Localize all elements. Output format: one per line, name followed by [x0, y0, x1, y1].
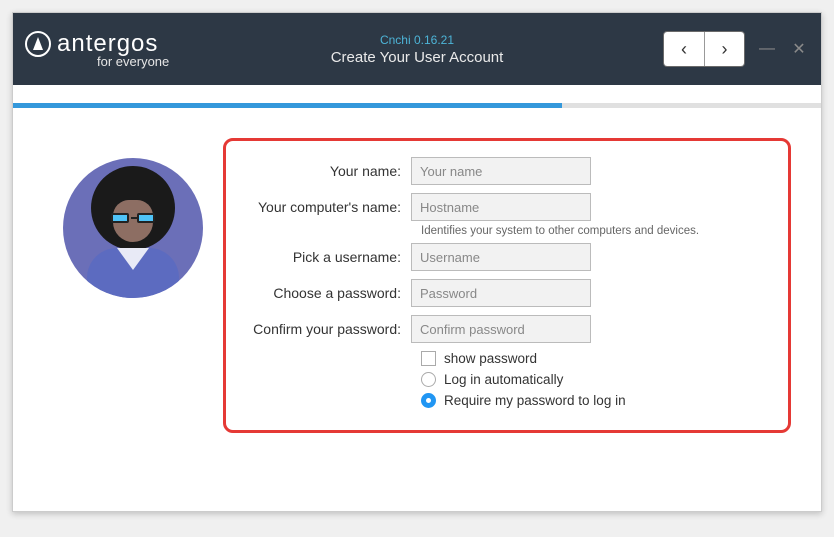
show-password-label: show password: [444, 351, 537, 366]
chevron-left-icon: ‹: [681, 39, 687, 60]
username-input[interactable]: [411, 243, 591, 271]
brand-icon: [25, 31, 51, 57]
require-password-label: Require my password to log in: [444, 393, 626, 408]
name-label: Your name:: [236, 163, 411, 179]
step-title: Create Your User Account: [331, 49, 504, 66]
close-icon: ✕: [792, 39, 805, 59]
header-center: Cnchi 0.16.21 Create Your User Account: [331, 33, 504, 66]
forward-button[interactable]: ›: [704, 32, 744, 66]
require-password-radio[interactable]: [421, 393, 436, 408]
show-password-checkbox[interactable]: [421, 351, 436, 366]
installer-version: Cnchi 0.16.21: [331, 33, 504, 47]
nav-buttons: ‹ ›: [663, 31, 745, 67]
user-avatar: [63, 158, 203, 298]
minimize-icon: —: [759, 40, 775, 58]
progress-bar: [13, 103, 821, 108]
username-label: Pick a username:: [236, 249, 411, 265]
hostname-label: Your computer's name:: [236, 199, 411, 215]
content-area: Your name: Your computer's name: Identif…: [13, 108, 821, 433]
user-form: Your name: Your computer's name: Identif…: [223, 138, 791, 433]
close-button[interactable]: ✕: [789, 39, 809, 59]
autologin-label: Log in automatically: [444, 372, 563, 387]
brand-logo: antergos for everyone: [25, 30, 169, 69]
titlebar: antergos for everyone Cnchi 0.16.21 Crea…: [13, 13, 821, 85]
minimize-button[interactable]: —: [757, 39, 777, 59]
autologin-radio[interactable]: [421, 372, 436, 387]
brand-tagline: for everyone: [97, 54, 169, 69]
confirm-password-label: Confirm your password:: [236, 321, 411, 337]
installer-window: antergos for everyone Cnchi 0.16.21 Crea…: [12, 12, 822, 512]
back-button[interactable]: ‹: [664, 32, 704, 66]
form-options: show password Log in automatically Requi…: [421, 351, 768, 408]
name-input[interactable]: [411, 157, 591, 185]
hostname-input[interactable]: [411, 193, 591, 221]
confirm-password-input[interactable]: [411, 315, 591, 343]
password-input[interactable]: [411, 279, 591, 307]
password-label: Choose a password:: [236, 285, 411, 301]
chevron-right-icon: ›: [722, 39, 728, 60]
hostname-help: Identifies your system to other computer…: [421, 225, 768, 237]
progress-fill: [13, 103, 562, 108]
